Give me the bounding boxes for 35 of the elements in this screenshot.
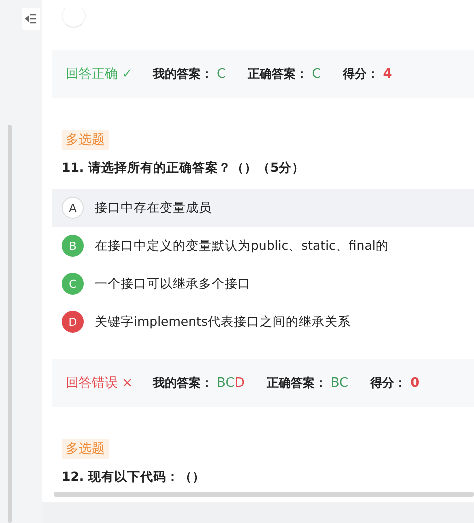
- option-letter: A: [62, 197, 84, 219]
- answer-label: 我的答案：: [153, 374, 214, 392]
- my-answer: C: [217, 66, 226, 82]
- option-letter: B: [62, 235, 84, 257]
- correct-answer: BC: [330, 376, 349, 390]
- option-letter: D: [62, 311, 84, 333]
- scrollbar[interactable]: [54, 492, 474, 497]
- option-text: 关键字implements代表接口之间的继承关系: [95, 314, 351, 330]
- answer-label: 我的答案：: [153, 66, 214, 82]
- option-row[interactable]: B 在接口中定义的变量默认为public、static、final的: [52, 227, 474, 265]
- question-type-tag: 多选题: [62, 130, 109, 150]
- answer-label: 正确答案：: [266, 374, 327, 392]
- option-text: 接口中存在变量成员: [95, 200, 212, 216]
- option-text: 在接口中定义的变量默认为public、static、final的: [95, 238, 389, 254]
- scrollbar[interactable]: [8, 125, 12, 523]
- result-status: 回答错误 ×: [66, 375, 134, 392]
- result-status: 回答正确 ✓: [66, 66, 134, 83]
- answer-label: 正确答案：: [248, 66, 308, 82]
- question-title: 12. 现有以下代码：（）: [62, 469, 206, 486]
- option-letter: C: [62, 273, 84, 295]
- score-label: 得分：: [343, 66, 380, 82]
- score-value: 0: [410, 376, 420, 390]
- option-text: 一个接口可以继承多个接口: [95, 276, 251, 292]
- score-value: 4: [383, 66, 392, 82]
- option-row[interactable]: D 关键字implements代表接口之间的继承关系: [52, 303, 474, 341]
- option-row[interactable]: A 接口中存在变量成员: [52, 189, 474, 227]
- question-type-tag: 多选题: [62, 439, 109, 459]
- my-answer: BC: [217, 376, 235, 390]
- collapse-icon: [25, 13, 37, 25]
- question-title: 11. 请选择所有的正确答案？（）（5分）: [62, 160, 306, 177]
- sidebar-toggle-button[interactable]: [22, 8, 40, 30]
- my-answer: D: [234, 376, 245, 390]
- score-label: 得分：: [370, 374, 407, 392]
- option-row[interactable]: C 一个接口可以继承多个接口: [52, 265, 474, 303]
- correct-answer: C: [312, 66, 322, 82]
